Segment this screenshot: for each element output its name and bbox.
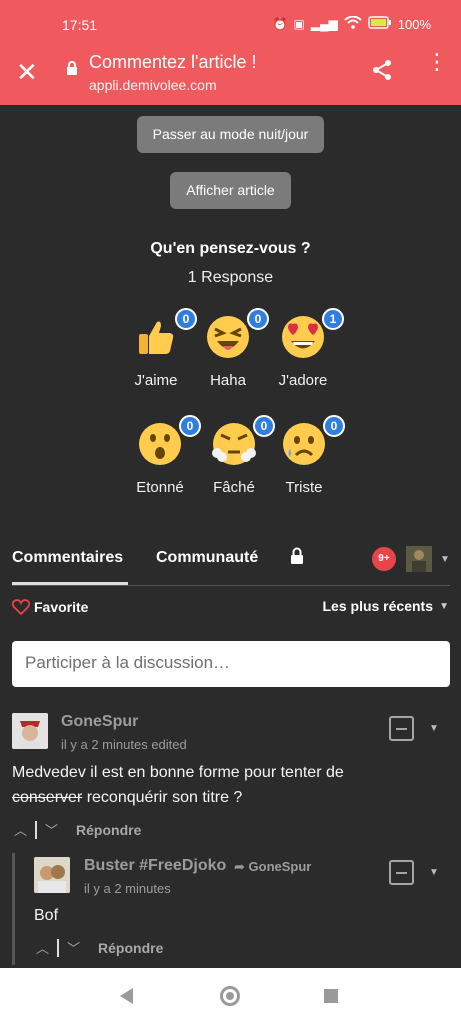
reaction-count-badge: 0	[323, 415, 345, 437]
close-icon[interactable]: ✕	[16, 59, 38, 85]
laughing-icon: 0	[205, 308, 269, 360]
status-bar: 17:51 ⏰ ▣ ▂▄▆ 100%	[0, 0, 461, 46]
clock: 17:51	[62, 17, 98, 33]
tab-community[interactable]: Communauté	[156, 549, 258, 567]
reply-button[interactable]: Répondre	[98, 940, 163, 956]
chevron-down-icon[interactable]: ▼	[429, 723, 439, 734]
lock-icon[interactable]	[290, 547, 304, 570]
page-title: Commentez l'article !	[89, 52, 257, 72]
status-icons: ⏰ ▣ ▂▄▆ 100%	[272, 15, 431, 32]
active-tab-indicator	[12, 582, 128, 585]
alarm-off-icon: ⏰	[272, 17, 288, 31]
home-icon[interactable]	[220, 986, 240, 1006]
reply-to-mention[interactable]: ➦ GoneSpur	[234, 859, 311, 875]
night-mode-button[interactable]: Passer au mode nuit/jour	[137, 116, 324, 153]
surprised-icon: 0	[137, 415, 201, 467]
angry-icon: 0	[211, 415, 275, 467]
heart-icon	[12, 599, 30, 615]
heart-eyes-icon: 1	[280, 308, 344, 360]
page-domain[interactable]: appli.demivolee.com	[89, 77, 217, 93]
comment-input[interactable]: Participer à la discussion…	[12, 641, 450, 687]
volte-icon: ▣	[293, 17, 305, 31]
reaction-label: J'adore	[278, 372, 328, 389]
chevron-down-icon[interactable]: ▼	[429, 867, 439, 878]
upvote-icon[interactable]: ︿	[36, 938, 49, 957]
avatar[interactable]	[34, 857, 70, 893]
battery-icon	[368, 16, 392, 32]
sort-dropdown[interactable]: Les plus récents	[323, 598, 434, 614]
reaction-sad[interactable]: 0 Triste	[259, 415, 349, 496]
wifi-icon	[344, 15, 362, 32]
show-article-button[interactable]: Afficher article	[170, 172, 291, 209]
comment-text: Bof	[34, 907, 59, 924]
system-nav-bar	[0, 968, 461, 1024]
user-avatar[interactable]	[406, 546, 432, 572]
reaction-count-badge: 1	[322, 308, 344, 330]
sad-icon: 0	[281, 415, 345, 467]
chevron-down-icon[interactable]: ▼	[439, 601, 449, 612]
recents-icon[interactable]	[324, 989, 338, 1003]
thumbs-up-icon: 0	[133, 308, 197, 360]
notification-badge[interactable]: 9+	[372, 547, 396, 571]
downvote-icon[interactable]: ﹀	[67, 938, 80, 957]
reactions-count: 1 Response	[187, 269, 274, 286]
comment-meta[interactable]: il y a 2 minutes edited	[61, 737, 187, 752]
comment-author[interactable]: Buster #FreeDjoko	[84, 857, 226, 875]
discussion-tabs: Commentaires Communauté 9+ ▼	[12, 546, 450, 586]
favorite-label: Favorite	[34, 599, 89, 615]
collapse-button[interactable]	[389, 716, 414, 741]
chevron-down-icon[interactable]: ▼	[440, 554, 450, 565]
avatar[interactable]	[12, 713, 48, 749]
downvote-icon[interactable]: ﹀	[45, 820, 58, 839]
reply-arrow-icon: ➦	[234, 859, 245, 874]
thread-line	[12, 853, 15, 965]
back-icon[interactable]	[120, 988, 133, 1004]
more-options-icon[interactable]: ⋮	[426, 51, 448, 73]
battery-level: 100%	[397, 16, 431, 32]
lock-icon[interactable]	[66, 61, 78, 75]
vote-separator	[35, 820, 38, 839]
signal-icon: ▂▄▆	[310, 17, 338, 31]
struck-text: conserver	[12, 789, 83, 806]
reaction-love[interactable]: 1 J'adore	[258, 308, 348, 389]
comment-text: Medvedev il est en bonne forme pour tent…	[12, 764, 344, 806]
vote-bar: ︿ ﹀ Répondre	[14, 820, 141, 839]
reply-button[interactable]: Répondre	[76, 822, 141, 838]
reaction-label: Triste	[285, 479, 323, 496]
reactions-question: Qu'en pensez-vous ?	[150, 240, 311, 257]
collapse-button[interactable]	[389, 860, 414, 885]
upvote-icon[interactable]: ︿	[14, 820, 27, 839]
comment-author[interactable]: GoneSpur	[61, 713, 138, 731]
tab-comments[interactable]: Commentaires	[12, 549, 123, 567]
browser-toolbar: ✕ Commentez l'article ! appli.demivolee.…	[0, 46, 461, 105]
comment-meta[interactable]: il y a 2 minutes	[84, 881, 171, 896]
vote-separator	[57, 938, 60, 957]
favorite-button[interactable]: Favorite	[12, 599, 88, 615]
vote-bar: ︿ ﹀ Répondre	[36, 938, 163, 957]
share-icon[interactable]	[370, 58, 394, 87]
